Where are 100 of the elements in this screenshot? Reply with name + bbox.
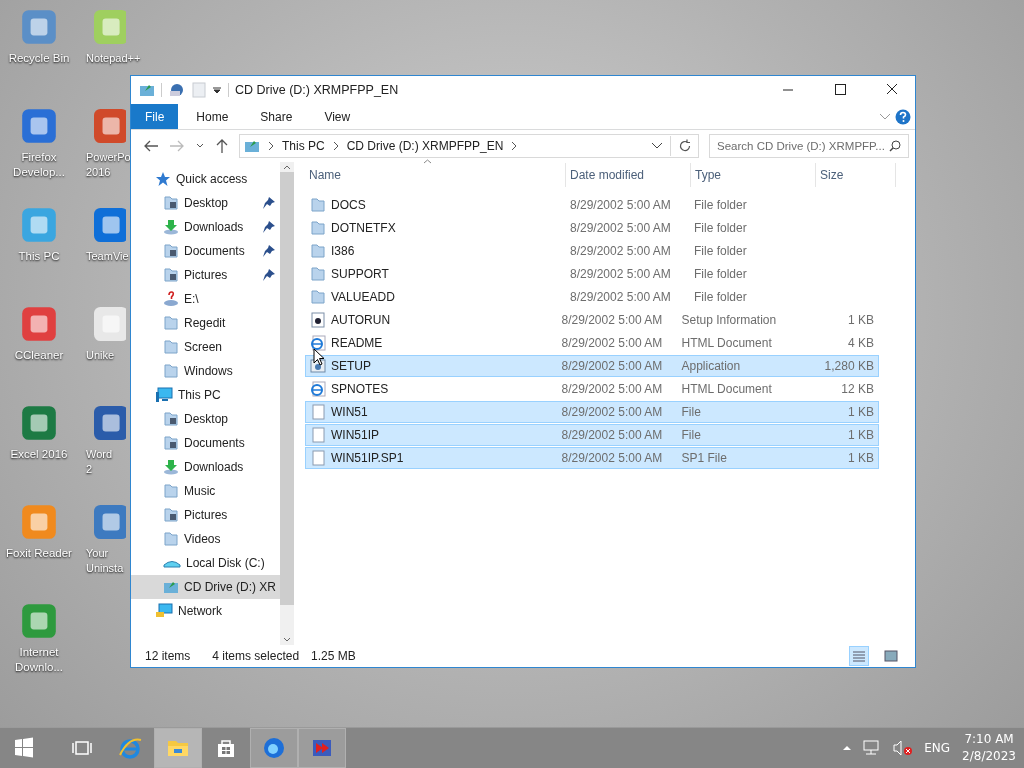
address-bar[interactable]: This PC CD Drive (D:) XRMPFPP_EN bbox=[239, 134, 699, 158]
icon-label: Excel 2016 bbox=[10, 447, 68, 462]
forward-icon[interactable] bbox=[169, 139, 185, 153]
clock[interactable]: 7:10 AM 2/8/2023 bbox=[962, 731, 1016, 765]
nav-item[interactable]: Desktop bbox=[131, 191, 280, 215]
dropdown-icon[interactable] bbox=[651, 142, 663, 150]
file-name: DOCS bbox=[331, 198, 366, 212]
folder-icon bbox=[163, 339, 179, 355]
icon-label: Word 2 bbox=[86, 447, 113, 477]
nav-item[interactable]: Regedit bbox=[131, 311, 280, 335]
file-row[interactable]: README 8/29/2002 5:00 AM HTML Document 4 KB bbox=[305, 332, 879, 354]
nav-item[interactable]: Videos bbox=[131, 527, 280, 551]
taskbar-app[interactable] bbox=[250, 728, 298, 768]
file-row[interactable]: SUPPORT 8/29/2002 5:00 AM File folder bbox=[305, 263, 879, 285]
back-icon[interactable] bbox=[143, 139, 159, 153]
column-header[interactable]: Date modified bbox=[566, 163, 691, 187]
nav-item[interactable]: Documents bbox=[131, 431, 280, 455]
search-field[interactable]: Search CD Drive (D:) XRMPFP... bbox=[709, 134, 909, 158]
pin-icon[interactable] bbox=[262, 268, 276, 282]
size-cell-text: 1 KB bbox=[846, 427, 875, 444]
file-name: I386 bbox=[331, 244, 355, 258]
breadcrumb-item[interactable]: CD Drive (D:) XRMPFPP_EN bbox=[346, 139, 504, 153]
file-row[interactable]: SETUP 8/29/2002 5:00 AM Application 1,280 KB bbox=[305, 355, 879, 377]
ribbon-tab[interactable]: Home bbox=[182, 104, 243, 129]
folder-icon bbox=[310, 243, 326, 259]
folder-icon bbox=[310, 289, 326, 305]
folder-icon bbox=[163, 531, 179, 547]
folder-icon bbox=[163, 363, 179, 379]
taskbar-app[interactable] bbox=[154, 728, 202, 768]
show-hidden-icons-icon[interactable] bbox=[842, 744, 853, 752]
nav-item[interactable]: Pictures bbox=[131, 263, 280, 287]
file-row[interactable]: WIN51IP 8/29/2002 5:00 AM File 1 KB bbox=[305, 424, 879, 446]
file-row[interactable]: VALUEADD 8/29/2002 5:00 AM File folder bbox=[305, 286, 879, 308]
file-row[interactable]: I386 8/29/2002 5:00 AM File folder bbox=[305, 240, 879, 262]
file-name: SPNOTES bbox=[331, 382, 389, 396]
nav-item[interactable]: Desktop bbox=[131, 407, 280, 431]
properties-icon[interactable] bbox=[168, 82, 186, 98]
nav-item[interactable]: Music bbox=[131, 479, 280, 503]
recent-locations-icon[interactable] bbox=[195, 142, 205, 150]
file-row[interactable]: AUTORUN 8/29/2002 5:00 AM Setup Information 1 KB bbox=[305, 309, 879, 331]
folder-icon bbox=[310, 197, 326, 213]
icon-label: Recycle Bin bbox=[8, 51, 70, 66]
details-view-button[interactable] bbox=[849, 646, 869, 666]
expand-ribbon-icon[interactable] bbox=[879, 112, 891, 121]
nav-item[interactable]: Quick access bbox=[131, 167, 280, 191]
nav-item[interactable]: This PC bbox=[131, 383, 280, 407]
date-cell-text: 8/29/2002 5:00 AM bbox=[569, 243, 672, 260]
file-row[interactable]: WIN51IP.SP1 8/29/2002 5:00 AM SP1 File 1 KB bbox=[305, 447, 879, 469]
muted-speaker-icon[interactable] bbox=[892, 740, 915, 756]
star-icon bbox=[155, 171, 171, 187]
ribbon-tab[interactable]: View bbox=[310, 104, 365, 129]
nav-item[interactable]: Local Disk (C:) bbox=[131, 551, 280, 575]
icon-label: Unike bbox=[86, 348, 115, 363]
nav-item[interactable]: Downloads bbox=[131, 215, 280, 239]
column-header[interactable]: Type bbox=[691, 163, 816, 187]
file-row[interactable]: SPNOTES 8/29/2002 5:00 AM HTML Document 12 KB bbox=[305, 378, 879, 400]
sort-caret-icon bbox=[423, 159, 432, 164]
file-row[interactable]: DOCS 8/29/2002 5:00 AM File folder bbox=[305, 194, 879, 216]
nav-item[interactable]: CD Drive (D:) XR bbox=[131, 575, 280, 599]
nav-item[interactable]: Network bbox=[131, 599, 280, 623]
scrollbar[interactable] bbox=[280, 162, 294, 645]
dropdown-icon[interactable] bbox=[212, 85, 222, 95]
ribbon-tab[interactable]: Share bbox=[246, 104, 307, 129]
nav-item[interactable]: Screen bbox=[131, 335, 280, 359]
file-name: DOTNETFX bbox=[331, 221, 396, 235]
file-name: WIN51IP.SP1 bbox=[331, 451, 404, 465]
pin-icon[interactable] bbox=[262, 244, 276, 258]
chevron-icon bbox=[331, 141, 340, 151]
size-cell-text: 12 KB bbox=[840, 381, 875, 398]
column-header[interactable]: Size bbox=[816, 163, 896, 187]
item-count: 12 items bbox=[145, 649, 191, 663]
type-cell-text: Setup Information bbox=[680, 312, 778, 329]
pin-icon[interactable] bbox=[262, 220, 276, 234]
nav-item[interactable]: Windows bbox=[131, 359, 280, 383]
up-icon[interactable] bbox=[215, 138, 229, 154]
nav-item[interactable]: Pictures bbox=[131, 503, 280, 527]
help-icon[interactable] bbox=[895, 108, 911, 125]
file-row[interactable]: WIN51 8/29/2002 5:00 AM File 1 KB bbox=[305, 401, 879, 423]
icon-label: Your Uninsta bbox=[86, 546, 124, 576]
nav-item[interactable]: E:\ bbox=[131, 287, 280, 311]
taskbar-app[interactable] bbox=[298, 728, 346, 768]
column-header[interactable]: Name bbox=[305, 163, 566, 187]
refresh-icon[interactable] bbox=[678, 139, 692, 153]
network-icon bbox=[155, 603, 173, 619]
scroll-up-icon[interactable] bbox=[283, 164, 291, 170]
pin-icon[interactable] bbox=[262, 196, 276, 210]
type-cell-text: SP1 File bbox=[680, 450, 728, 467]
nav-item[interactable]: Downloads bbox=[131, 455, 280, 479]
download-icon bbox=[163, 459, 179, 475]
file-row[interactable]: DOTNETFX 8/29/2002 5:00 AM File folder bbox=[305, 217, 879, 239]
icon-label: Internet Downlo... bbox=[14, 645, 64, 675]
scroll-down-icon[interactable] bbox=[283, 637, 291, 643]
file-name: SUPPORT bbox=[331, 267, 389, 281]
ribbon-tab[interactable]: File bbox=[131, 104, 179, 129]
type-cell-text: HTML Document bbox=[680, 335, 773, 352]
breadcrumb-item[interactable]: This PC bbox=[282, 139, 325, 153]
web-document-icon bbox=[310, 335, 326, 351]
cd-drive-icon bbox=[244, 139, 260, 153]
nav-item[interactable]: Documents bbox=[131, 239, 280, 263]
language-indicator[interactable]: ENG bbox=[924, 741, 951, 755]
